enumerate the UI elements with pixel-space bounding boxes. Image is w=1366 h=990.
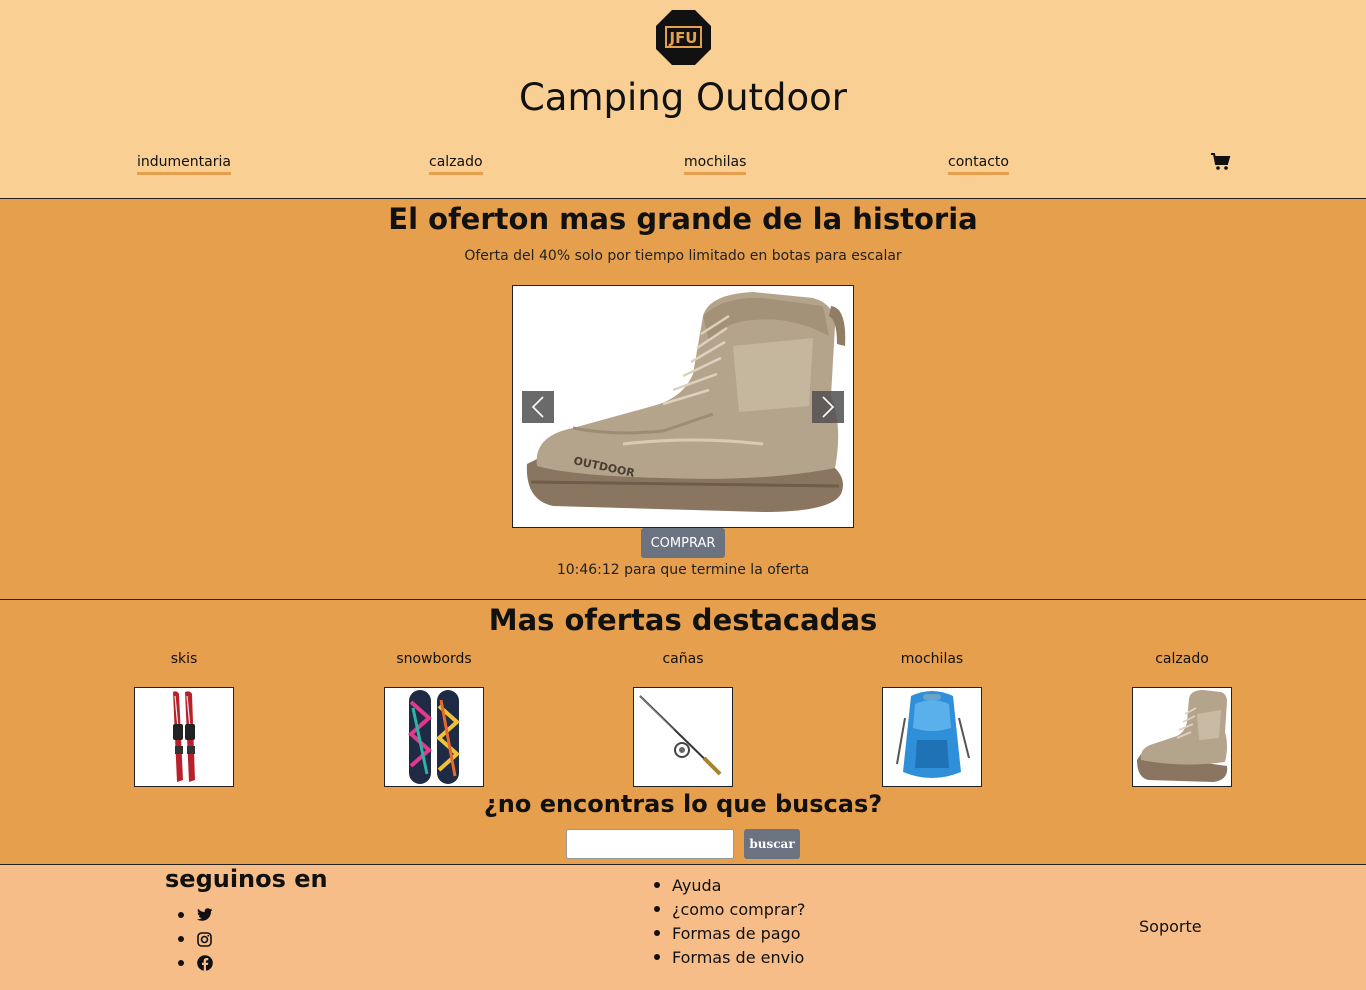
support-link[interactable]: Soporte (1139, 917, 1202, 936)
offer-label-snowbords: snowbords (396, 651, 472, 667)
social-item-instagram[interactable] (178, 927, 213, 951)
nav-calzado[interactable]: calzado (429, 154, 483, 175)
offer-image-canas[interactable] (633, 687, 733, 787)
link-formas-de-envio[interactable]: Formas de envio (654, 945, 805, 969)
carousel-prev-button[interactable] (522, 391, 554, 423)
offer-label-skis: skis (170, 651, 198, 667)
cart-icon[interactable] (1211, 153, 1231, 171)
social-list (178, 903, 213, 975)
search-title: ¿no encontras lo que buscas? (483, 790, 883, 818)
bullet (178, 936, 184, 942)
offers-title: Mas ofertas destacadas (488, 603, 878, 637)
chevron-right-icon (822, 396, 835, 418)
bullet (178, 960, 184, 966)
instagram-icon[interactable] (197, 931, 212, 947)
bullet (654, 906, 660, 912)
nav-mochilas[interactable]: mochilas (684, 154, 747, 175)
site-title: Camping Outdoor (518, 76, 848, 119)
logo[interactable]: JFU (656, 10, 711, 65)
facebook-icon[interactable] (197, 955, 213, 971)
site-header: JFU Camping Outdoor indumentaria calzado… (0, 0, 1366, 199)
search-button[interactable]: buscar (744, 829, 800, 859)
offers-section: Mas ofertas destacadas skis snowbords ca… (0, 600, 1366, 865)
hero-section: El oferton mas grande de la historia Ofe… (0, 199, 1366, 600)
bullet (178, 912, 184, 918)
offer-label-mochilas: mochilas (900, 651, 964, 667)
offer-image-snowbords[interactable] (384, 687, 484, 787)
bullet (654, 882, 660, 888)
social-item-twitter[interactable] (178, 903, 213, 927)
link-ayuda[interactable]: Ayuda (654, 873, 805, 897)
link-label[interactable]: Formas de envio (672, 948, 804, 967)
svg-text:JFU: JFU (668, 29, 697, 47)
site-footer: seguinos en Ayuda ¿como comprar? Formas … (0, 865, 1366, 990)
social-item-facebook[interactable] (178, 951, 213, 975)
search-input[interactable] (566, 829, 734, 859)
offer-label-calzado: calzado (1155, 651, 1209, 667)
buy-button[interactable]: COMPRAR (641, 528, 725, 558)
product-carousel[interactable]: OUTDOOR (512, 285, 854, 528)
follow-title: seguinos en (165, 865, 328, 893)
bullet (654, 930, 660, 936)
chevron-left-icon (531, 396, 544, 418)
nav-contacto[interactable]: contacto (948, 154, 1009, 175)
offer-image-mochilas[interactable] (882, 687, 982, 787)
twitter-icon[interactable] (197, 908, 213, 922)
offer-image-calzado[interactable] (1132, 687, 1232, 787)
link-label[interactable]: Ayuda (672, 876, 721, 895)
boot-image: OUTDOOR (526, 292, 846, 512)
link-formas-de-pago[interactable]: Formas de pago (654, 921, 805, 945)
bullet (654, 954, 660, 960)
link-como-comprar[interactable]: ¿como comprar? (654, 897, 805, 921)
offer-label-canas: cañas (662, 651, 704, 667)
carousel-next-button[interactable] (812, 391, 844, 423)
nav-indumentaria[interactable]: indumentaria (137, 154, 231, 175)
hero-title: El oferton mas grande de la historia (388, 202, 978, 236)
link-label[interactable]: ¿como comprar? (672, 900, 805, 919)
link-label[interactable]: Formas de pago (672, 924, 801, 943)
offer-image-skis[interactable] (134, 687, 234, 787)
hero-subtitle: Oferta del 40% solo por tiempo limitado … (464, 248, 902, 264)
help-links: Ayuda ¿como comprar? Formas de pago Form… (654, 873, 805, 969)
offer-countdown: 10:46:12 para que termine la oferta (556, 562, 810, 578)
